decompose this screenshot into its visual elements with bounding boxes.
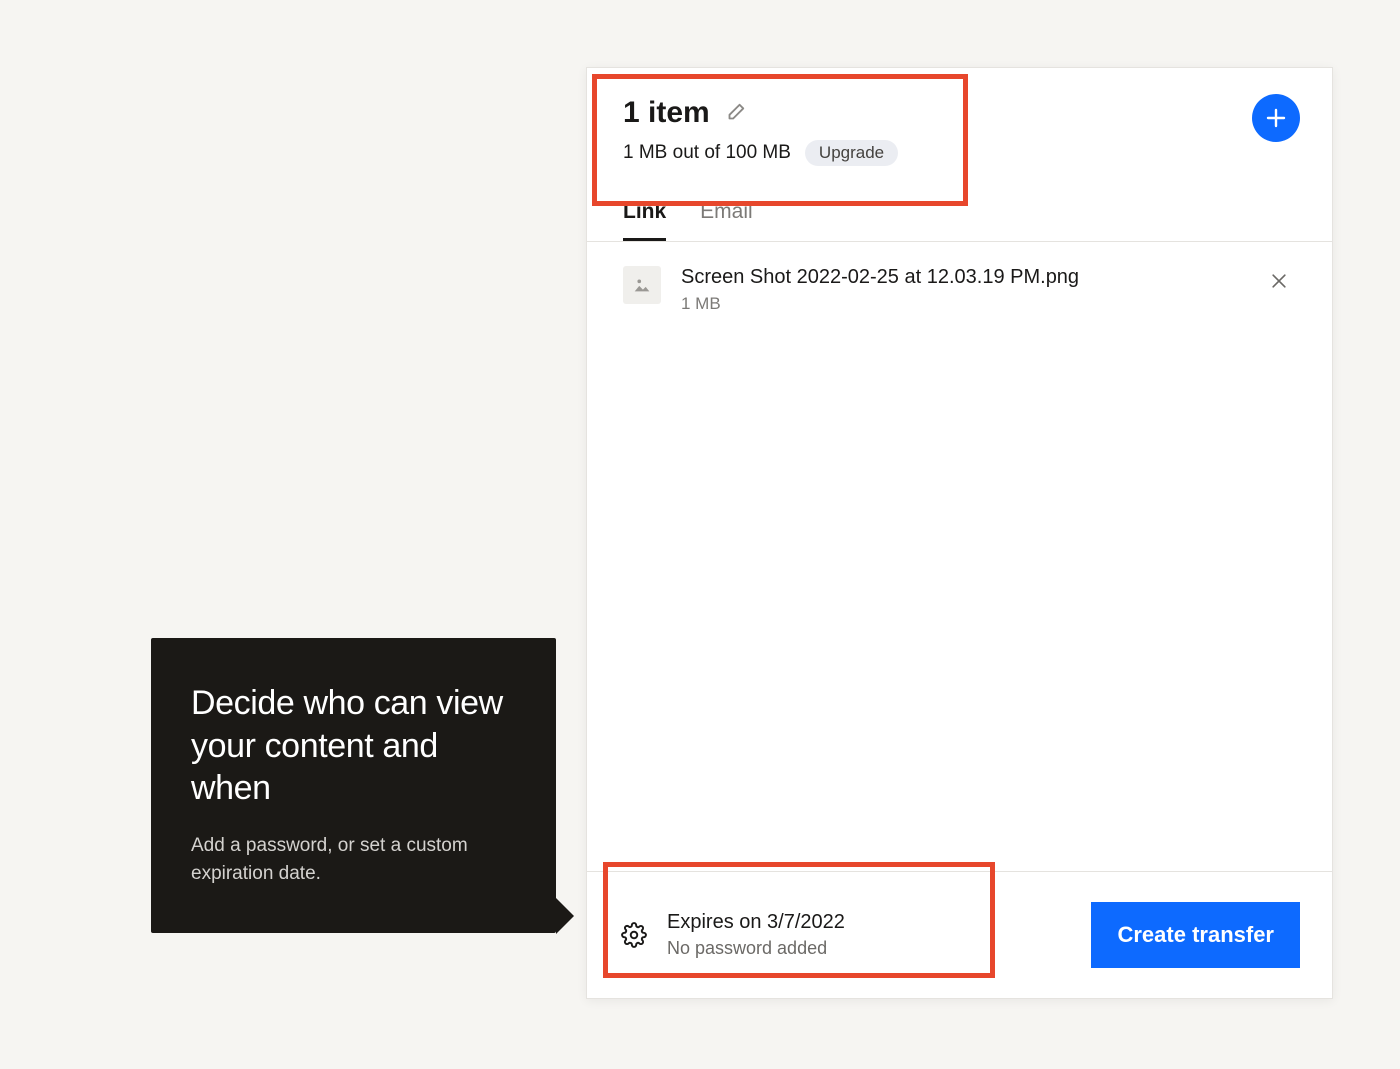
- promo-body: Add a password, or set a custom expirati…: [191, 832, 516, 889]
- image-file-icon: [623, 266, 661, 304]
- tab-email[interactable]: Email: [700, 200, 753, 241]
- file-name: Screen Shot 2022-02-25 at 12.03.19 PM.pn…: [681, 264, 1242, 290]
- modal-footer: Expires on 3/7/2022 No password added Cr…: [587, 871, 1332, 998]
- settings-gear-icon[interactable]: [621, 922, 647, 948]
- promo-tooltip: Decide who can view your content and whe…: [151, 638, 556, 933]
- size-used-text: 1 MB out of 100 MB: [623, 142, 791, 164]
- create-transfer-button[interactable]: Create transfer: [1091, 902, 1300, 968]
- promo-heading: Decide who can view your content and whe…: [191, 682, 516, 810]
- transfer-title: 1 item: [623, 96, 710, 130]
- modal-header: 1 item 1 MB out of 100 MB Upgrade: [587, 68, 1332, 182]
- tab-link[interactable]: Link: [623, 200, 666, 241]
- file-row: Screen Shot 2022-02-25 at 12.03.19 PM.pn…: [623, 264, 1296, 314]
- file-size: 1 MB: [681, 294, 1242, 314]
- upgrade-button[interactable]: Upgrade: [805, 140, 898, 166]
- transfer-modal: 1 item 1 MB out of 100 MB Upgrade Link E…: [586, 67, 1333, 999]
- tooltip-arrow-icon: [556, 898, 574, 934]
- expires-text: Expires on 3/7/2022: [667, 911, 845, 934]
- edit-title-icon[interactable]: [724, 102, 746, 124]
- tabs: Link Email: [587, 182, 1332, 242]
- add-files-button[interactable]: [1252, 94, 1300, 142]
- remove-file-button[interactable]: [1262, 264, 1296, 298]
- file-list: Screen Shot 2022-02-25 at 12.03.19 PM.pn…: [587, 242, 1332, 871]
- password-status-text: No password added: [667, 938, 845, 959]
